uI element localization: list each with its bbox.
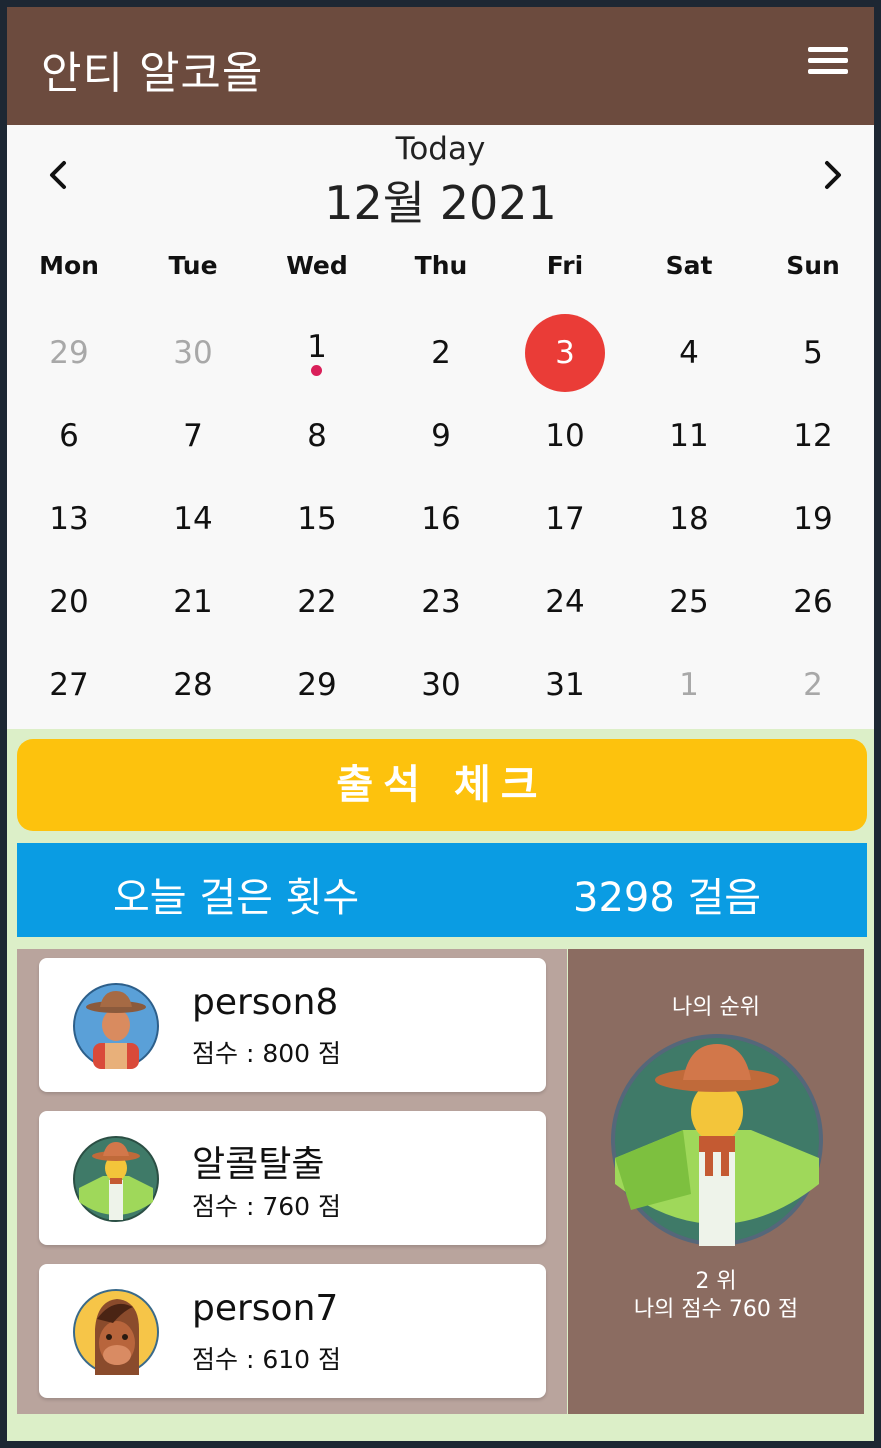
horse-avatar-icon	[73, 1289, 159, 1375]
menu-button[interactable]	[808, 47, 848, 79]
calendar-day[interactable]: 8	[255, 404, 379, 468]
calendar-day[interactable]: 29	[255, 653, 379, 717]
month-label: 12월 2021	[324, 176, 557, 230]
calendar-day[interactable]: 30	[131, 321, 255, 385]
calendar-day[interactable]: 26	[751, 570, 874, 634]
calendar-day[interactable]: 10	[503, 404, 627, 468]
my-ranking-title: 나의 순위	[672, 995, 760, 1020]
calendar-day[interactable]: 5	[751, 321, 874, 385]
ranking-name: person8	[192, 982, 339, 1023]
weekday-header: Wed	[286, 251, 348, 280]
calendar-day[interactable]: 18	[627, 487, 751, 551]
calendar-day[interactable]: 15	[255, 487, 379, 551]
calendar-day[interactable]: 21	[131, 570, 255, 634]
ranking-score: 점수 : 610 점	[192, 1345, 341, 1374]
ranking-score: 점수 : 760 점	[192, 1192, 341, 1221]
calendar-day[interactable]: 6	[7, 404, 131, 468]
steps-label: 오늘 걸은 횟수	[113, 875, 360, 921]
calendar-day-selected[interactable]: 3	[503, 314, 627, 392]
app-title: 안티 알코올	[41, 48, 264, 99]
app-bar: 안티 알코올	[7, 7, 874, 125]
steps-bar: 오늘 걸은 횟수 3298 걸음	[17, 843, 867, 937]
calendar-day[interactable]: 20	[7, 570, 131, 634]
calendar: Today 12월 2021 Mon Tue Wed Thu Fri Sat S…	[7, 125, 874, 729]
ranking-list: person8 점수 : 800 점 알콜탈출 점수 : 760 점 perso…	[17, 949, 567, 1414]
calendar-day[interactable]: 4	[627, 321, 751, 385]
calendar-day[interactable]: 11	[627, 404, 751, 468]
ranking-name: 알콜탈출	[192, 1144, 325, 1185]
weekday-header: Sat	[665, 251, 713, 280]
ranking-name: person7	[192, 1288, 339, 1329]
weekday-header: Mon	[39, 251, 99, 280]
calendar-day[interactable]: 23	[379, 570, 503, 634]
calendar-day[interactable]: 31	[503, 653, 627, 717]
calendar-day[interactable]: 17	[503, 487, 627, 551]
calendar-day[interactable]: 2	[751, 653, 874, 717]
my-ranking-panel: 나의 순위 2 위 나의 점수 760 점	[568, 949, 864, 1414]
weekday-header: Tue	[168, 251, 218, 280]
attendance-check-button[interactable]: 출석 체크	[17, 739, 867, 831]
weekday-header: Thu	[414, 251, 468, 280]
today-label[interactable]: Today	[7, 131, 874, 167]
calendar-day[interactable]: 25	[627, 570, 751, 634]
calendar-day[interactable]: 1	[627, 653, 751, 717]
calendar-day[interactable]: 29	[7, 321, 131, 385]
hamburger-icon	[808, 58, 848, 63]
ranking-score: 점수 : 800 점	[192, 1039, 341, 1068]
calendar-day[interactable]: 7	[131, 404, 255, 468]
my-score: 나의 점수 760 점	[633, 1297, 799, 1322]
event-dot-icon	[311, 365, 322, 376]
scarecrow-avatar-icon	[611, 1034, 823, 1246]
calendar-day[interactable]: 22	[255, 570, 379, 634]
calendar-day[interactable]: 9	[379, 404, 503, 468]
calendar-day[interactable]: 2	[379, 321, 503, 385]
farmer-avatar-icon	[73, 983, 159, 1069]
app-screen: 안티 알코올 Today 12월 2021 Mon Tue Wed Thu Fr…	[7, 7, 874, 1441]
weekday-header: Sun	[786, 251, 840, 280]
calendar-day[interactable]: 14	[131, 487, 255, 551]
hamburger-icon	[808, 69, 848, 74]
hamburger-icon	[808, 47, 848, 52]
calendar-day[interactable]: 12	[751, 404, 874, 468]
calendar-day[interactable]: 24	[503, 570, 627, 634]
calendar-day[interactable]: 13	[7, 487, 131, 551]
ranking-item[interactable]: person7 점수 : 610 점	[39, 1264, 546, 1398]
ranking-item[interactable]: person8 점수 : 800 점	[39, 958, 546, 1092]
calendar-day[interactable]: 30	[379, 653, 503, 717]
day-number: 3	[555, 335, 575, 371]
chevron-right-icon	[825, 161, 841, 189]
steps-count: 3298 걸음	[573, 875, 762, 921]
calendar-day[interactable]: 19	[751, 487, 874, 551]
calendar-day[interactable]: 16	[379, 487, 503, 551]
calendar-day[interactable]: 28	[131, 653, 255, 717]
scarecrow-avatar-icon	[73, 1136, 159, 1222]
weekday-header: Fri	[546, 251, 584, 280]
calendar-day[interactable]: 27	[7, 653, 131, 717]
ranking-item[interactable]: 알콜탈출 점수 : 760 점	[39, 1111, 546, 1245]
next-month-button[interactable]	[812, 155, 852, 195]
calendar-day[interactable]: 1	[255, 315, 379, 379]
day-number: 1	[307, 329, 327, 365]
